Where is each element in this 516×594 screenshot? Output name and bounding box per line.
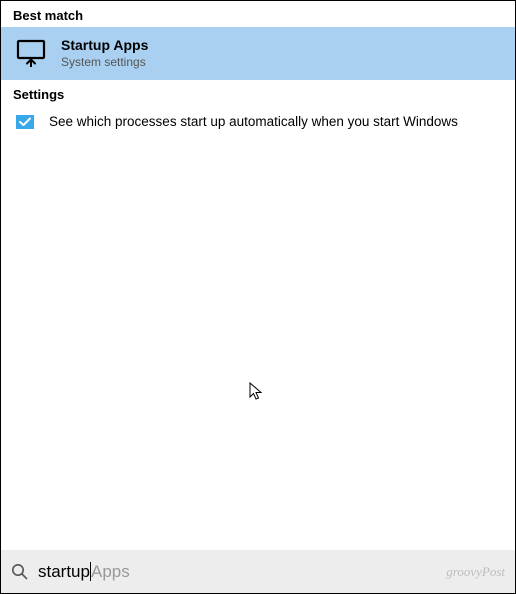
settings-result[interactable]: See which processes start up automatical… [1,106,515,138]
search-suggestion-text: Apps [91,562,130,582]
settings-result-text: See which processes start up automatical… [49,114,458,129]
search-input[interactable]: startupApps [38,562,130,582]
results-empty-area [1,138,515,551]
search-icon [11,563,28,580]
best-match-subtitle: System settings [61,55,148,70]
best-match-header: Best match [1,1,515,27]
watermark-text: groovyPost [446,564,505,580]
settings-checkbox-icon [15,114,35,130]
startup-apps-icon [15,38,47,68]
best-match-title: Startup Apps [61,37,148,55]
search-bar[interactable]: startupApps groovyPost [1,550,515,593]
settings-header: Settings [1,80,515,106]
best-match-result[interactable]: Startup Apps System settings [1,27,515,80]
mouse-cursor-icon [249,382,265,402]
search-typed-text: startup [38,562,90,582]
